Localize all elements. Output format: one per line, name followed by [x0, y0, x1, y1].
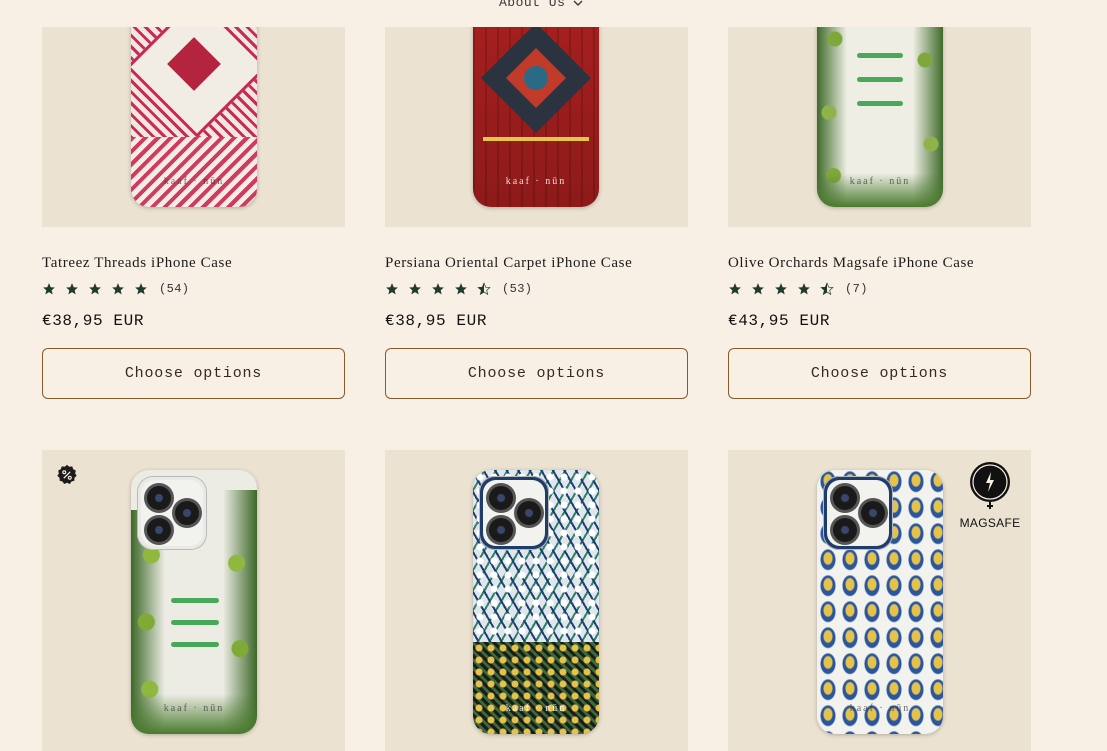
brand-mark: kaaf · nūn [163, 176, 225, 187]
brand-mark: kaaf · nūn [849, 703, 911, 714]
camera-module [479, 476, 549, 550]
top-navigation: About Us [0, 0, 1107, 27]
review-count: (7) [845, 282, 868, 296]
brand-mark: kaaf · nūn [505, 176, 567, 187]
product-rating: (53) [385, 279, 532, 299]
star-icon [432, 283, 444, 295]
product-image[interactable]: kaaf · nūn [42, 450, 345, 751]
product-rating: (7) [728, 279, 868, 299]
review-count: (54) [159, 282, 190, 296]
review-count: (53) [502, 282, 533, 296]
product-price: €38,95 EUR [42, 312, 145, 330]
star-icon [66, 283, 78, 295]
star-icon [729, 283, 741, 295]
choose-options-button[interactable]: Choose options [42, 348, 345, 399]
star-icon [798, 283, 810, 295]
camera-module [823, 476, 893, 550]
magsafe-charge-icon [970, 462, 1010, 509]
choose-options-button[interactable]: Choose options [728, 348, 1031, 399]
star-icon [752, 283, 764, 295]
product-title[interactable]: Persiana Oriental Carpet iPhone Case [385, 255, 632, 272]
star-icon [386, 283, 398, 295]
star-icon [43, 283, 55, 295]
star-icon [775, 283, 787, 295]
product-title[interactable]: Tatreez Threads iPhone Case [42, 255, 232, 272]
product-image[interactable]: MAGSAFE kaaf · nūn [728, 450, 1031, 751]
percent-badge-icon [57, 464, 77, 484]
magsafe-badge: MAGSAFE [959, 460, 1021, 530]
star-icon [135, 283, 147, 295]
star-icon [409, 283, 421, 295]
product-title[interactable]: Olive Orchards Magsafe iPhone Case [728, 255, 974, 272]
product-price: €43,95 EUR [728, 312, 831, 330]
brand-mark: kaaf · nūn [849, 176, 911, 187]
brand-mark: kaaf · nūn [505, 703, 567, 714]
nav-about-us-label: About Us [499, 0, 566, 10]
magsafe-label: MAGSAFE [959, 516, 1021, 530]
star-icon [112, 283, 124, 295]
product-rating: (54) [42, 279, 189, 299]
product-price: €38,95 EUR [385, 312, 488, 330]
nav-about-us[interactable]: About Us [499, 0, 583, 10]
product-image[interactable]: kaaf · nūn [42, 27, 345, 227]
product-image[interactable]: kaaf · nūn [385, 450, 688, 751]
product-image[interactable]: kaaf · nūn [728, 27, 1031, 227]
star-half-icon [820, 282, 834, 296]
star-half-icon [477, 282, 491, 296]
star-icon [89, 283, 101, 295]
chevron-down-icon [573, 0, 583, 6]
camera-module [137, 476, 207, 550]
product-image[interactable]: kaaf · nūn [385, 27, 688, 227]
star-icon [455, 283, 467, 295]
brand-mark: kaaf · nūn [163, 703, 225, 714]
choose-options-button[interactable]: Choose options [385, 348, 688, 399]
